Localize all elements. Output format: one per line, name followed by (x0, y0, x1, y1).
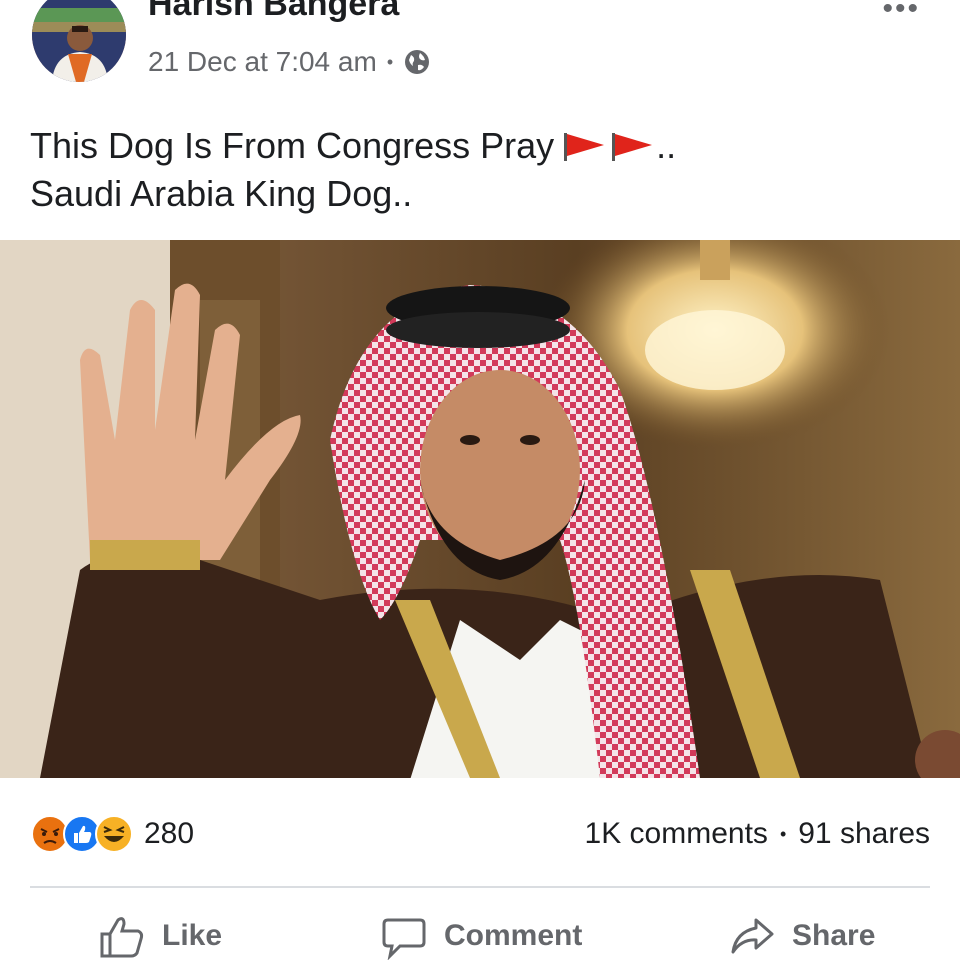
reactions-summary[interactable]: 280 (30, 814, 194, 854)
comment-label: Comment (444, 919, 583, 952)
red-flag-icon (612, 133, 653, 161)
caption-line-2: Saudi Arabia King Dog.. (30, 173, 413, 214)
post-meta: 21 Dec at 7:04 am • (148, 44, 431, 80)
caption-line-1-suffix: .. (656, 125, 677, 166)
like-button[interactable]: Like (98, 912, 222, 960)
share-icon (731, 918, 774, 954)
caption-line-1: This Dog Is From Congress Pray (30, 125, 555, 166)
comment-button[interactable]: Comment (380, 912, 582, 960)
red-flag-icon (564, 133, 605, 161)
author-name[interactable]: Harish Bangera (148, 0, 399, 24)
share-button[interactable]: Share (728, 912, 875, 960)
post-stats: 1K comments • 91 shares (585, 814, 930, 854)
post-actions: Like Comment Share (0, 912, 960, 960)
author-avatar[interactable] (32, 0, 126, 82)
more-options-icon[interactable]: ••• (882, 0, 920, 26)
like-label: Like (162, 919, 223, 952)
reaction-count[interactable]: 280 (144, 817, 194, 851)
globe-icon[interactable] (403, 48, 431, 76)
comment-icon (382, 918, 426, 960)
post-photo[interactable] (0, 240, 960, 778)
facebook-post: Harish Bangera 21 Dec at 7:04 am • ••• T… (0, 0, 960, 960)
actions-divider (30, 886, 930, 888)
thumbs-up-icon (100, 917, 144, 958)
stats-separator: • (779, 823, 787, 844)
haha-reaction-icon (95, 815, 133, 853)
share-label: Share (792, 919, 876, 952)
post-timestamp[interactable]: 21 Dec at 7:04 am (148, 46, 377, 78)
post-caption: This Dog Is From Congress Pray .. Saudi … (30, 122, 676, 218)
shares-count[interactable]: 91 shares (798, 817, 930, 851)
meta-separator: • (386, 51, 394, 72)
comments-count[interactable]: 1K comments (585, 817, 768, 851)
